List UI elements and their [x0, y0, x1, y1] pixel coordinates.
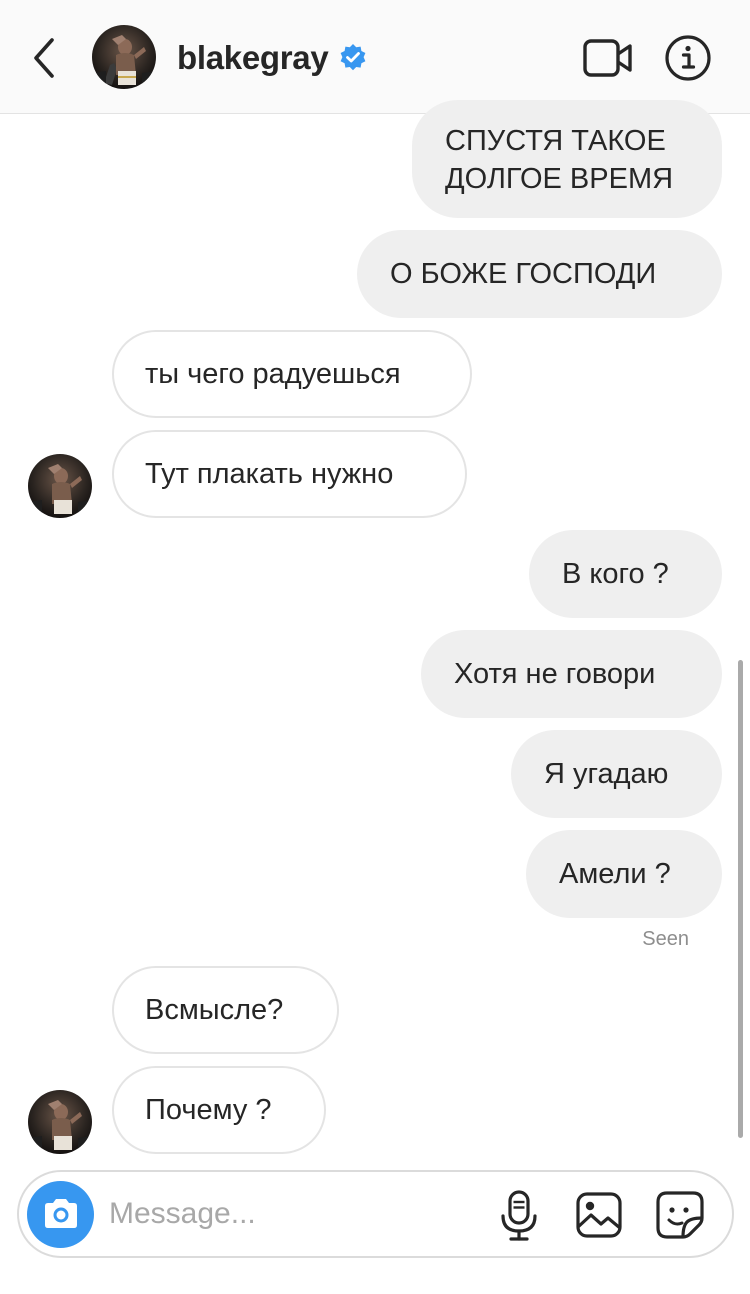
message-text: Хотя не говори	[454, 658, 656, 690]
message-text: ДОЛГОЕ ВРЕМЯ	[445, 163, 674, 195]
message-text: В кого ?	[562, 558, 669, 590]
avatar[interactable]	[28, 454, 92, 518]
gallery-icon	[576, 1192, 622, 1238]
chat-header: blakegray	[0, 0, 750, 114]
message-bubble-incoming[interactable]: Почему ?	[112, 1066, 326, 1154]
chevron-left-icon	[34, 38, 54, 78]
profile-photo	[92, 25, 156, 89]
message-bubble-outgoing[interactable]: Хотя не говори	[421, 630, 722, 718]
info-button[interactable]	[664, 34, 712, 82]
voice-message-button[interactable]	[499, 1189, 539, 1243]
avatar[interactable]	[28, 1090, 92, 1154]
message-text: О БОЖЕ ГОСПОДИ	[390, 258, 657, 290]
video-camera-icon	[583, 39, 632, 77]
camera-icon	[45, 1199, 77, 1228]
message-text: Я угадаю	[544, 758, 669, 790]
message-bubble-outgoing[interactable]: Я угадаю	[511, 730, 722, 818]
message-text: Тут плакать нужно	[145, 458, 394, 490]
seen-status: Seen	[642, 928, 689, 950]
message-text: Почему ?	[145, 1094, 272, 1126]
message-text: Всмысле?	[145, 994, 284, 1026]
message-bubble-incoming[interactable]: Тут плакать нужно	[112, 430, 467, 518]
video-call-button[interactable]	[582, 38, 634, 78]
message-text: ты чего радуешься	[145, 358, 401, 390]
profile-photo	[28, 1090, 92, 1154]
message-bubble-outgoing[interactable]: О БОЖЕ ГОСПОДИ	[357, 230, 722, 318]
back-button[interactable]	[26, 34, 66, 82]
message-bubble-outgoing[interactable]: Амели ?	[526, 830, 722, 918]
message-text: Амели ?	[559, 858, 671, 890]
gallery-button[interactable]	[575, 1191, 623, 1239]
username[interactable]: blakegray	[177, 38, 329, 78]
profile-photo	[28, 454, 92, 518]
message-input[interactable]	[109, 1186, 489, 1242]
sticker-icon	[656, 1191, 704, 1239]
avatar[interactable]	[92, 25, 156, 89]
message-bubble-incoming[interactable]: Всмысле?	[112, 966, 339, 1054]
verified-badge-icon	[340, 44, 366, 71]
scrollbar[interactable]	[738, 660, 743, 1138]
message-text: СПУСТЯ ТАКОЕ	[445, 125, 666, 157]
message-bubble-outgoing[interactable]: В кого ?	[529, 530, 722, 618]
message-bubble-incoming[interactable]: ты чего радуешься	[112, 330, 472, 418]
camera-button[interactable]	[27, 1181, 94, 1248]
sticker-button[interactable]	[655, 1190, 705, 1240]
info-icon	[665, 35, 711, 81]
message-composer	[17, 1170, 734, 1258]
microphone-icon	[501, 1190, 537, 1241]
message-bubble-outgoing[interactable]: СПУСТЯ ТАКОЕ ДОЛГОЕ ВРЕМЯ	[412, 100, 722, 218]
